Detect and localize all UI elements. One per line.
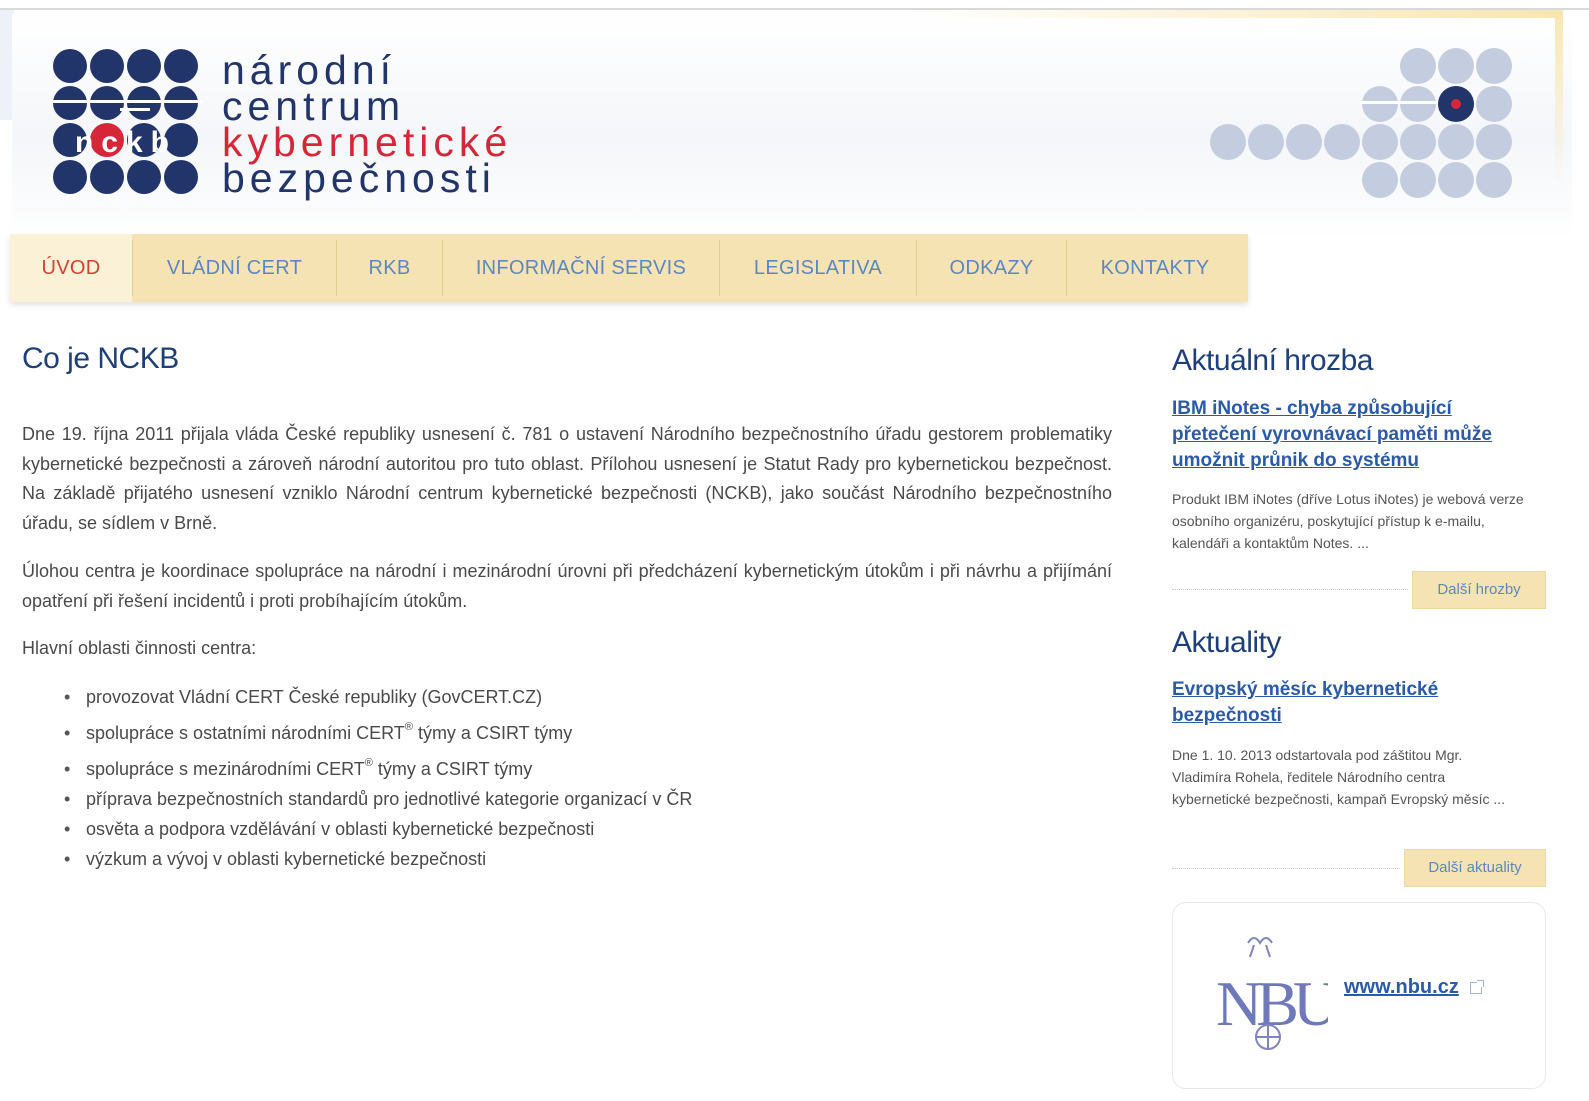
- activities-intro: Hlavní oblasti činnosti centra:: [22, 638, 257, 658]
- logo-badge-text: nckb: [75, 126, 177, 159]
- list-item: osvěta a podpora vzdělávání v oblasti ky…: [60, 819, 692, 849]
- list-item: příprava bezpečnostních standardů pro je…: [60, 789, 692, 819]
- nav-item-legislativa[interactable]: LEGISLATIVA: [720, 234, 916, 302]
- nbu-logo[interactable]: NBU: [1208, 925, 1328, 1065]
- more-news-button[interactable]: Další aktuality: [1404, 849, 1546, 887]
- mission-paragraph: Úlohou centra je koordinace spolupráce n…: [22, 561, 1112, 611]
- nckb-logo-mark[interactable]: nckb: [52, 48, 202, 198]
- divider: [1172, 868, 1400, 869]
- list-item: spolupráce s mezinárodními CERT® týmy a …: [60, 757, 692, 789]
- divider: [1172, 589, 1408, 590]
- nav-item-uvod[interactable]: ÚVOD: [10, 234, 132, 302]
- nbu-logo-text: NBU: [1216, 968, 1328, 1039]
- header-gold-accent-right: [1555, 10, 1563, 185]
- nav-item-kontakty[interactable]: KONTAKTY: [1067, 234, 1243, 302]
- threat-heading: Aktuální hrozba: [1172, 344, 1373, 377]
- logo-line-4: bezpečnosti: [222, 155, 496, 201]
- page-title: Co je NCKB: [22, 342, 179, 375]
- header-gold-accent: [910, 10, 1560, 18]
- intro-paragraph: Dne 19. října 2011 přijala vláda České r…: [22, 424, 1112, 533]
- threat-link[interactable]: IBM iNotes - chyba způsobující přetečení…: [1172, 396, 1537, 474]
- news-heading: Aktuality: [1172, 626, 1281, 659]
- news-link[interactable]: Evropský měsíc kybernetické bezpečnosti: [1172, 677, 1492, 729]
- decorative-dot-grid: [1210, 48, 1512, 198]
- nav-item-rkb[interactable]: RKB: [337, 234, 442, 302]
- news-summary: Dne 1. 10. 2013 odstartovala pod záštito…: [1172, 747, 1506, 807]
- list-item: provozovat Vládní CERT České republiky (…: [60, 687, 692, 723]
- nav-item-informacni-servis[interactable]: INFORMAČNÍ SERVIS: [443, 234, 719, 302]
- threat-summary: Produkt IBM iNotes (dříve Lotus iNotes) …: [1172, 491, 1524, 551]
- list-item: spolupráce s ostatními národními CERT® t…: [60, 721, 692, 759]
- more-threats-button[interactable]: Další hrozby: [1412, 571, 1546, 609]
- nbu-website-link[interactable]: www.nbu.cz: [1344, 976, 1459, 999]
- activities-list: provozovat Vládní CERT České republiky (…: [60, 687, 692, 879]
- nav-item-odkazy[interactable]: ODKAZY: [917, 234, 1066, 302]
- nav-item-vladni-cert[interactable]: VLÁDNÍ CERT: [133, 234, 336, 302]
- list-item: výzkum a vývoj v oblasti kybernetické be…: [60, 849, 692, 879]
- external-link-icon: [1470, 980, 1484, 994]
